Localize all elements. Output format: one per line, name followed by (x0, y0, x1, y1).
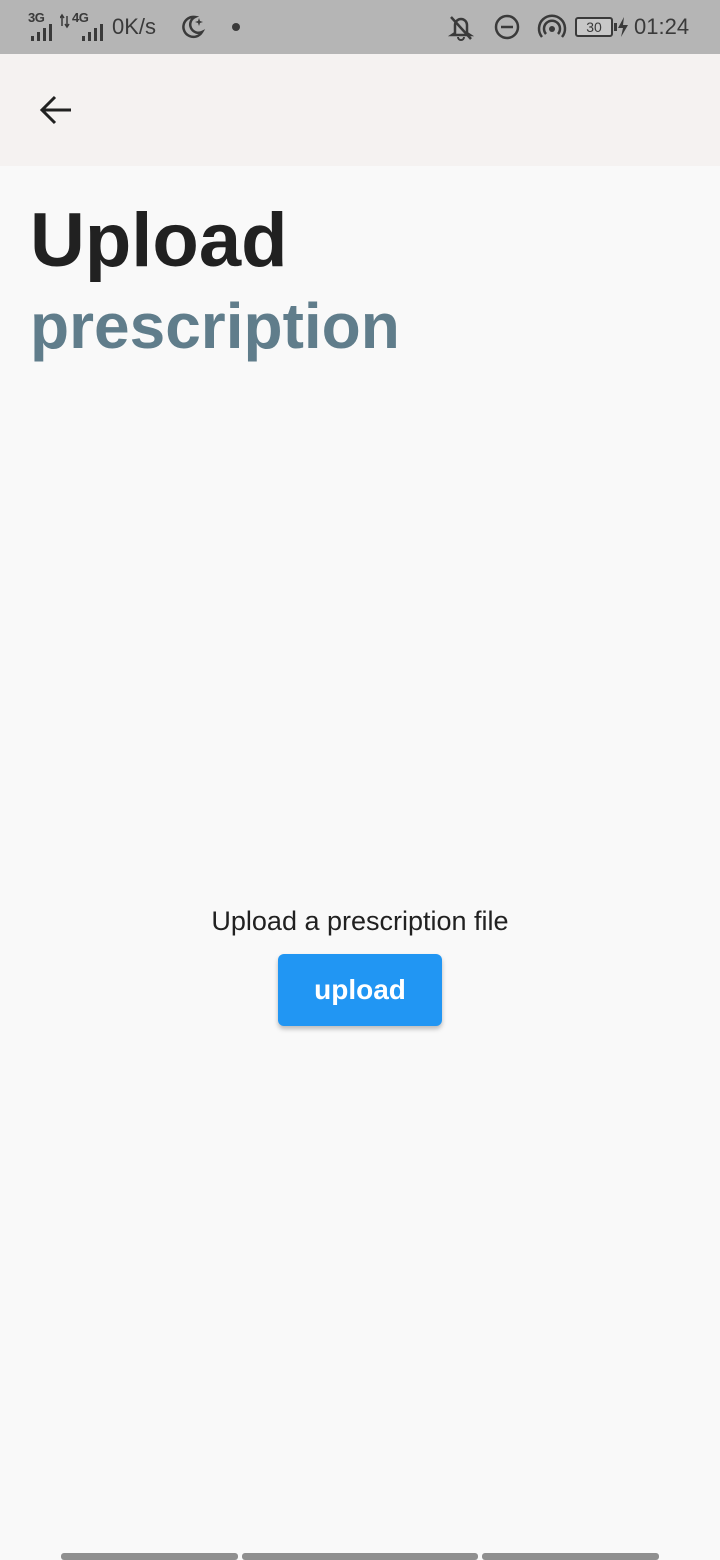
arrow-back-icon (39, 95, 71, 125)
status-bar: 3G 4G 0K/s 30 01:24 (0, 0, 720, 54)
charging-icon (617, 0, 629, 54)
battery-icon: 30 (575, 0, 617, 54)
nav-handle-segment (242, 1553, 478, 1560)
hotspot-icon (537, 0, 567, 54)
bell-off-icon (446, 0, 476, 54)
signal-3g: 3G (28, 0, 58, 54)
upload-hint-text: Upload a prescription file (211, 906, 509, 936)
upload-button[interactable]: upload (278, 954, 442, 1026)
moon-icon (178, 0, 206, 54)
dot-icon (230, 0, 242, 54)
network-3g-label: 3G (28, 10, 45, 25)
app-bar (0, 54, 720, 166)
page-title: Upload (30, 198, 288, 283)
network-4g-label: 4G (72, 10, 89, 25)
clock: 01:24 (634, 14, 690, 39)
do-not-disturb-icon (493, 0, 521, 54)
back-button[interactable] (24, 78, 88, 142)
page-subtitle: prescription (30, 290, 400, 362)
network-speed: 0K/s (112, 14, 157, 39)
nav-handle-segment (61, 1553, 238, 1560)
nav-handle-segment (482, 1553, 659, 1560)
battery-level: 30 (575, 17, 613, 37)
signal-4g: 4G (60, 0, 104, 54)
